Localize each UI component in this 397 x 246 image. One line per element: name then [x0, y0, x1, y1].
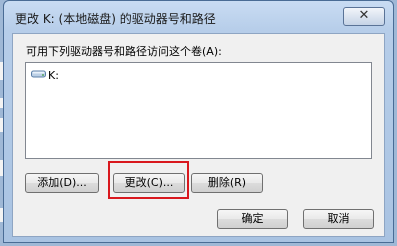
drive-path-list[interactable]: K:: [25, 62, 372, 159]
close-button[interactable]: ✕: [343, 7, 385, 26]
dialog-title: 更改 K: (本地磁盘) 的驱动器号和路径: [15, 12, 216, 26]
cancel-button[interactable]: 取消: [303, 209, 374, 229]
close-icon: ✕: [358, 8, 370, 23]
title-bar[interactable]: 更改 K: (本地磁盘) 的驱动器号和路径 ✕: [4, 1, 393, 33]
list-caption: 可用下列驱动器号和路径访问这个卷(A):: [26, 45, 222, 58]
drive-icon: [31, 69, 46, 82]
ok-button[interactable]: 确定: [217, 209, 288, 229]
list-item[interactable]: K:: [31, 68, 59, 82]
list-item-label: K:: [48, 68, 59, 82]
delete-button[interactable]: 删除(R): [191, 173, 263, 193]
highlight-box: [108, 161, 189, 199]
change-drive-letter-dialog: 更改 K: (本地磁盘) 的驱动器号和路径 ✕ 可用下列驱动器号和路径访问这个卷…: [3, 0, 394, 243]
dialog-content: 可用下列驱动器号和路径访问这个卷(A): K: 添加(D)... 更改(C)..…: [12, 33, 385, 237]
add-button[interactable]: 添加(D)...: [25, 173, 99, 193]
